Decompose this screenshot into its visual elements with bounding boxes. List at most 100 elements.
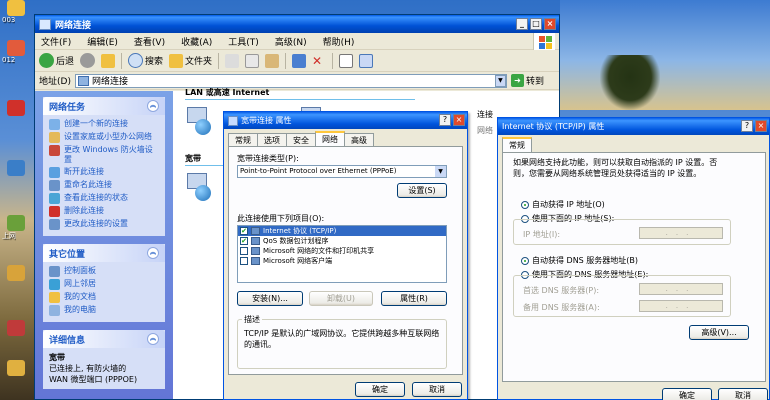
tab-options[interactable]: 选项 <box>257 133 287 147</box>
app-icon <box>7 320 25 336</box>
go-button[interactable]: ➜ 转到 <box>510 74 544 87</box>
list-item[interactable]: Microsoft 网络的文件和打印机共享 <box>238 246 446 256</box>
properties-button[interactable] <box>339 53 354 68</box>
paste-button[interactable] <box>265 53 280 68</box>
panel-header[interactable]: 其它位置 ︽ <box>43 244 165 262</box>
menu-tools[interactable]: 工具(T) <box>228 35 259 48</box>
qos-icon <box>251 237 260 245</box>
lan-connection-icon[interactable] <box>187 107 213 141</box>
help-button[interactable]: ? <box>439 114 451 126</box>
task-create-connection[interactable]: 创建一个新的连接 <box>49 119 159 130</box>
list-item[interactable]: ✔ Internet 协议 (TCP/IP) <box>238 226 446 236</box>
advanced-button[interactable]: 高级(V)... <box>689 325 749 340</box>
menu-view[interactable]: 查看(V) <box>134 35 165 48</box>
desktop-icon[interactable] <box>2 100 30 116</box>
cancel-button[interactable]: 取消 <box>412 382 462 397</box>
preferred-dns-input[interactable]: ... <box>639 283 723 295</box>
collapse-icon[interactable]: ︽ <box>147 333 159 345</box>
help-button[interactable]: ? <box>741 120 753 132</box>
tab-networking[interactable]: 网络 <box>315 131 345 147</box>
back-button[interactable]: 后退 <box>39 53 74 68</box>
desktop-icon[interactable] <box>2 265 30 281</box>
task-status[interactable]: 查看此连接的状态 <box>49 193 159 204</box>
tab-strip: 常规 选项 安全 网络 高级 <box>224 131 467 147</box>
desktop-icon[interactable]: 012 <box>2 40 30 64</box>
dialog-titlebar[interactable]: 宽带连接 属性 ? × <box>224 112 467 129</box>
checkbox[interactable] <box>240 247 248 255</box>
close-button[interactable]: × <box>544 18 556 30</box>
place-my-computer[interactable]: 我的电脑 <box>49 305 159 316</box>
collapse-icon[interactable]: ︽ <box>147 247 159 259</box>
uninstall-button[interactable]: 卸载(U) <box>309 291 373 306</box>
minimize-button[interactable]: _ <box>516 18 528 30</box>
menu-advanced[interactable]: 高级(N) <box>275 35 307 48</box>
address-input[interactable]: 网络连接 ▼ <box>74 73 507 88</box>
menu-favorites[interactable]: 收藏(A) <box>181 35 212 48</box>
dialog-titlebar[interactable]: Internet 协议 (TCP/IP) 属性 ? × <box>498 118 769 135</box>
up-button[interactable] <box>101 53 116 68</box>
task-disconnect[interactable]: 断开此连接 <box>49 167 159 178</box>
panel-header[interactable]: 网络任务 ︽ <box>43 97 165 115</box>
task-change-settings[interactable]: 更改此连接的设置 <box>49 219 159 230</box>
desktop-icon[interactable]: 上网 <box>2 215 30 240</box>
copy-button[interactable] <box>245 53 260 68</box>
properties-button[interactable]: 属性(R) <box>381 291 447 306</box>
install-button[interactable]: 安装(N)... <box>237 291 303 306</box>
toolbar: 后退 搜索 文件夹 ✕ <box>35 50 559 72</box>
tab-advanced[interactable]: 高级 <box>344 133 374 147</box>
place-network-places[interactable]: 网上邻居 <box>49 279 159 290</box>
tab-security[interactable]: 安全 <box>286 133 316 147</box>
cut-button[interactable] <box>225 53 240 68</box>
place-control-panel[interactable]: 控制面板 <box>49 266 159 277</box>
dialog-close-button[interactable]: × <box>755 120 767 132</box>
ip-address-input[interactable]: ... <box>639 227 723 239</box>
list-item[interactable]: Microsoft 网络客户端 <box>238 256 446 266</box>
search-button[interactable]: 搜索 <box>128 53 163 68</box>
alternate-dns-label: 备用 DNS 服务器(A): <box>523 303 600 312</box>
auto-ip-radio[interactable]: 自动获得 IP 地址(O) <box>521 199 605 210</box>
auto-dns-radio[interactable]: 自动获得 DNS 服务器地址(B) <box>521 255 638 266</box>
desktop-icon[interactable] <box>2 360 30 376</box>
collapse-icon[interactable]: ︽ <box>147 100 159 112</box>
menu-help[interactable]: 帮助(H) <box>323 35 355 48</box>
alternate-dns-input[interactable]: ... <box>639 300 723 312</box>
dialog-close-button[interactable]: × <box>453 114 465 126</box>
folders-button[interactable]: 文件夹 <box>169 53 212 68</box>
connection-type-select[interactable]: Point-to-Point Protocol over Ethernet (P… <box>237 165 447 178</box>
undo-button[interactable] <box>292 53 307 68</box>
list-item[interactable]: ✔ QoS 数据包计划程序 <box>238 236 446 246</box>
delete-button[interactable]: ✕ <box>312 54 326 68</box>
desktop-icon[interactable] <box>2 160 30 176</box>
checkbox[interactable]: ✔ <box>240 237 248 245</box>
forward-button[interactable] <box>80 53 96 68</box>
settings-icon <box>49 219 60 230</box>
my-computer-icon <box>49 305 60 316</box>
desktop-icon[interactable] <box>2 320 30 336</box>
tab-general[interactable]: 常规 <box>228 133 258 147</box>
place-my-documents[interactable]: 我的文档 <box>49 292 159 303</box>
explorer-titlebar[interactable]: 网络连接 _ □ × <box>35 15 559 33</box>
wallpaper-tree <box>600 55 660 110</box>
settings-button[interactable]: 设置(S) <box>397 183 447 198</box>
components-list: ✔ Internet 协议 (TCP/IP) ✔ QoS 数据包计划程序 Micro… <box>237 225 447 283</box>
broadband-connection-icon[interactable] <box>187 173 213 207</box>
menu-file[interactable]: 文件(F) <box>41 35 71 48</box>
task-rename[interactable]: 重命名此连接 <box>49 180 159 191</box>
panel-header[interactable]: 详细信息 ︽ <box>43 330 165 348</box>
task-firewall[interactable]: 更改 Windows 防火墙设置 <box>49 145 159 165</box>
ok-button[interactable]: 确定 <box>662 388 712 400</box>
checkbox[interactable] <box>240 257 248 265</box>
menu-edit[interactable]: 编辑(E) <box>87 35 118 48</box>
desktop-icon[interactable]: 003 <box>2 0 30 24</box>
address-dropdown[interactable]: ▼ <box>494 74 506 87</box>
ok-button[interactable]: 确定 <box>355 382 405 397</box>
menu-bar: 文件(F) 编辑(E) 查看(V) 收藏(A) 工具(T) 高级(N) 帮助(H… <box>35 33 559 50</box>
task-home-network[interactable]: 设置家庭或小型办公网络 <box>49 132 159 143</box>
maximize-button[interactable]: □ <box>530 18 542 30</box>
cancel-button[interactable]: 取消 <box>718 388 768 400</box>
forward-arrow-icon <box>80 53 96 68</box>
task-delete[interactable]: 删除此连接 <box>49 206 159 217</box>
checkbox[interactable]: ✔ <box>240 227 248 235</box>
views-button[interactable] <box>359 53 374 68</box>
tab-general[interactable]: 常规 <box>502 137 532 153</box>
